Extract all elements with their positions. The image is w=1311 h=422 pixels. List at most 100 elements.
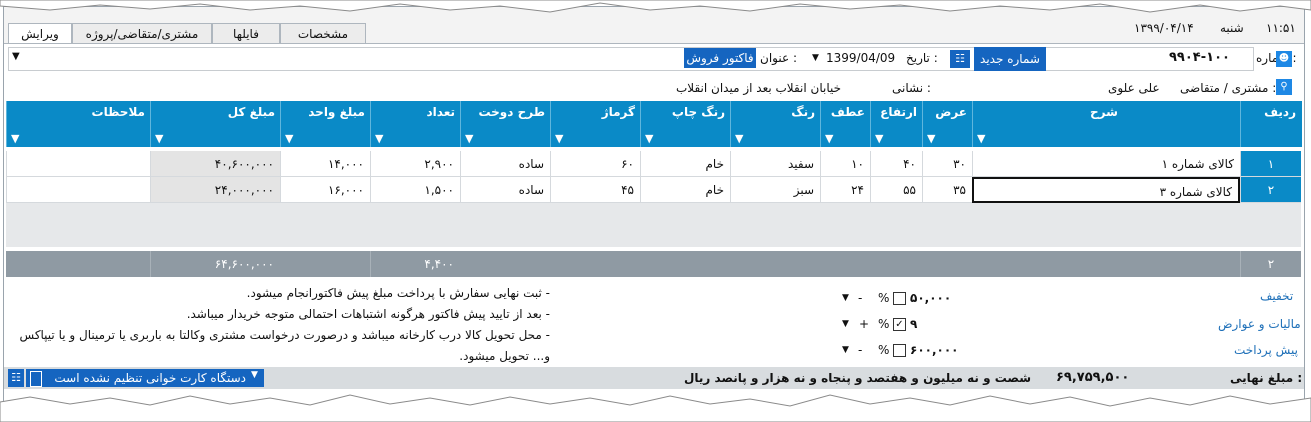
tab-label: مشتری/متقاضی/پروژه <box>85 27 199 41</box>
col-title: ارتفاع <box>880 105 917 119</box>
cell-spine[interactable]: ۱۰ <box>820 151 870 177</box>
summary-amount: ۶۴,۶۰۰,۰۰۰ <box>150 251 280 277</box>
filter-icon[interactable]: ▼ <box>375 132 383 145</box>
map-icon[interactable]: ⚲ <box>1276 79 1292 95</box>
note-line: - ثبت نهایی سفارش با پرداخت مبلغ پیش فاک… <box>246 286 550 300</box>
discount-link[interactable]: تخفیف <box>1260 289 1293 303</box>
col-notes[interactable]: ملاحظات ▼ <box>6 101 151 147</box>
tab-specs[interactable]: مشخصات <box>280 23 366 44</box>
col-print-color[interactable]: رنگ چاپ ▼ <box>640 101 731 147</box>
customer-label: مشتری / متقاضی : <box>1180 81 1277 95</box>
cell-qty[interactable]: ۱,۵۰۰ <box>370 177 460 203</box>
table-row[interactable]: ۱ کالای شماره ۱ ۳۰ ۴۰ ۱۰ سفید خام ۶۰ ساد… <box>6 151 1301 177</box>
table-row[interactable]: ۲ کالای شماره ۳ ۳۵ ۵۵ ۲۴ سبز خام ۴۵ ساده… <box>6 177 1301 203</box>
col-binding[interactable]: طرح دوخت ▼ <box>460 101 551 147</box>
cell-binding[interactable]: ساده <box>460 151 550 177</box>
cell-width[interactable]: ۳۵ <box>922 177 972 203</box>
cell-desc[interactable]: کالای شماره ۳ <box>972 177 1240 203</box>
chevron-down-icon[interactable]: ▼ <box>842 293 849 303</box>
calculator-icon[interactable]: ☷ <box>950 50 970 68</box>
filter-icon[interactable]: ▼ <box>465 132 473 145</box>
tax-value[interactable]: ۹ <box>910 317 917 331</box>
col-title: شرح <box>1090 105 1118 119</box>
prepayment-sign[interactable]: - <box>858 343 862 357</box>
filter-icon[interactable]: ▼ <box>977 132 985 145</box>
cell-gsm[interactable]: ۴۵ <box>550 177 640 203</box>
chevron-down-icon[interactable]: ▼ <box>251 370 258 380</box>
cell-width[interactable]: ۳۰ <box>922 151 972 177</box>
col-qty[interactable]: تعداد ▼ <box>370 101 461 147</box>
cell-color[interactable]: سبز <box>730 177 820 203</box>
col-unit-price[interactable]: مبلغ واحد ▼ <box>280 101 371 147</box>
customer-name[interactable]: علی علوی <box>1108 81 1160 95</box>
percent-sign: % <box>878 343 890 357</box>
grid-empty-area <box>6 203 1301 247</box>
prepayment-link[interactable]: پیش پرداخت <box>1234 343 1298 357</box>
prepayment-percent-checkbox[interactable] <box>893 344 906 357</box>
col-color[interactable]: رنگ ▼ <box>730 101 821 147</box>
cell-height[interactable]: ۴۰ <box>870 151 922 177</box>
col-spine[interactable]: عطف ▼ <box>820 101 871 147</box>
discount-value[interactable]: ۵۰,۰۰۰ <box>910 291 951 305</box>
cell-print-color[interactable]: خام <box>640 151 730 177</box>
tab-edit[interactable]: ویرایش <box>8 23 72 45</box>
cell-notes[interactable] <box>6 151 150 177</box>
discount-sign[interactable]: - <box>858 291 862 305</box>
tax-link[interactable]: مالیات و عوارض <box>1218 317 1301 331</box>
tab-customer-project[interactable]: مشتری/متقاضی/پروژه <box>72 23 212 44</box>
filter-icon[interactable]: ▼ <box>11 132 19 145</box>
col-desc[interactable]: شرح ▼ <box>972 101 1241 147</box>
customer-icon[interactable]: ☻ <box>1276 51 1292 67</box>
filter-icon[interactable]: ▼ <box>155 132 163 145</box>
calculator-icon[interactable]: ☷ <box>8 369 24 387</box>
col-gsm[interactable]: گرماژ ▼ <box>550 101 641 147</box>
tab-label: ویرایش <box>21 27 59 41</box>
cell-height[interactable]: ۵۵ <box>870 177 922 203</box>
discount-percent-checkbox[interactable] <box>893 292 906 305</box>
cell-print-color[interactable]: خام <box>640 177 730 203</box>
col-width[interactable]: عرض ▼ <box>922 101 973 147</box>
chevron-down-icon[interactable]: ▼ <box>842 319 849 329</box>
cell-binding[interactable]: ساده <box>460 177 550 203</box>
new-number-button[interactable]: شماره جدید <box>974 47 1046 71</box>
filter-icon[interactable]: ▼ <box>825 132 833 145</box>
col-row[interactable]: ردیف <box>1240 101 1302 147</box>
title-label: عنوان : <box>760 51 797 65</box>
chevron-down-icon[interactable]: ▼ <box>842 345 849 355</box>
day-name: شنبه <box>1220 21 1244 35</box>
number-field[interactable]: ۹۹۰۴-۱۰۰ <box>1169 50 1230 65</box>
col-title: رنگ چاپ <box>671 105 725 119</box>
prepayment-value[interactable]: ۶۰۰,۰۰۰ <box>910 343 959 357</box>
filter-icon[interactable]: ▼ <box>927 132 935 145</box>
date-field[interactable]: 1399/04/09 <box>826 51 895 65</box>
cell-unit-price[interactable]: ۱۶,۰۰۰ <box>280 177 370 203</box>
cell-total: ۲۴,۰۰۰,۰۰۰ <box>150 177 280 203</box>
title-field[interactable]: فاکتور فروش <box>684 48 756 68</box>
filter-icon[interactable]: ▼ <box>555 132 563 145</box>
cell-qty[interactable]: ۲,۹۰۰ <box>370 151 460 177</box>
tax-percent-checkbox[interactable]: ✓ <box>893 318 906 331</box>
date-dropdown-icon[interactable]: ▼ <box>812 53 819 63</box>
col-height[interactable]: ارتفاع ▼ <box>870 101 923 147</box>
filter-icon[interactable]: ▼ <box>645 132 653 145</box>
filter-icon[interactable]: ▼ <box>875 132 883 145</box>
filter-icon[interactable]: ▼ <box>285 132 293 145</box>
card-reader-selector[interactable]: دستگاه کارت خوانی تنظیم نشده است <box>26 369 264 387</box>
col-title: مبلغ واحد <box>308 105 365 119</box>
cell-gsm[interactable]: ۶۰ <box>550 151 640 177</box>
chevron-down-icon[interactable]: ▼ <box>12 51 20 62</box>
cell-spine[interactable]: ۲۴ <box>820 177 870 203</box>
tab-files[interactable]: فایلها <box>212 23 280 44</box>
cell-desc[interactable]: کالای شماره ۱ <box>972 151 1240 177</box>
cell-notes[interactable] <box>6 177 150 203</box>
row-number: ۲ <box>1240 177 1301 203</box>
cell-color[interactable]: سفید <box>730 151 820 177</box>
percent-sign: % <box>878 317 890 331</box>
tax-sign[interactable]: + <box>859 317 869 331</box>
final-amount-words: شصت و نه میلیون و هفتصد و پنجاه و نه هزا… <box>684 371 1032 385</box>
col-total[interactable]: مبلغ کل ▼ <box>150 101 281 147</box>
terms-notes[interactable]: - ثبت نهایی سفارش با پرداخت مبلغ پیش فاک… <box>8 283 554 363</box>
filter-icon[interactable]: ▼ <box>735 132 743 145</box>
torn-edge-bottom <box>0 394 1311 422</box>
cell-unit-price[interactable]: ۱۴,۰۰۰ <box>280 151 370 177</box>
